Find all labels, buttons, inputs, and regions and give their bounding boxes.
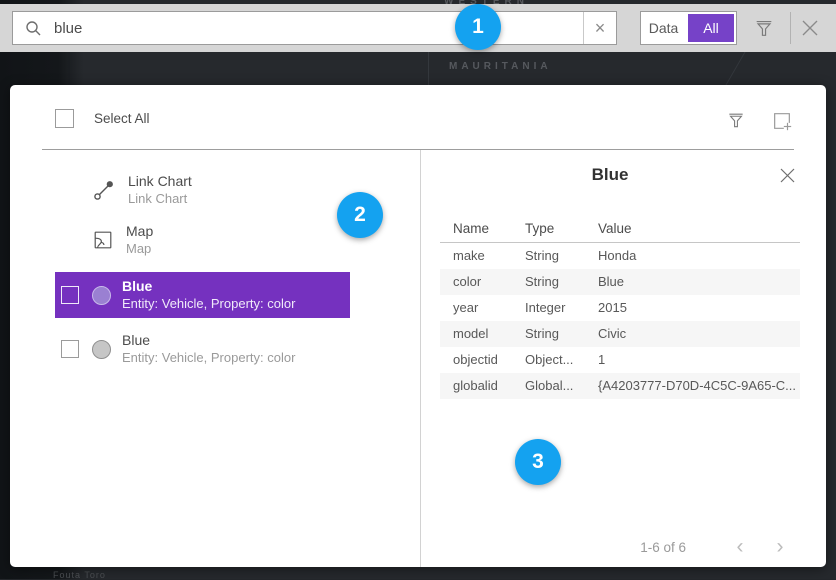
search-box[interactable]: × bbox=[12, 11, 617, 45]
cell-name: model bbox=[453, 321, 525, 347]
result-subtitle: Entity: Vehicle, Property: color bbox=[122, 295, 295, 312]
entity-circle-icon bbox=[92, 286, 111, 305]
prev-page-icon[interactable]: ‹ bbox=[720, 535, 760, 559]
cell-name: make bbox=[453, 243, 525, 269]
table-row: globalid Global... {A4203777-D70D-4C5C-9… bbox=[440, 373, 800, 399]
toolbar-divider bbox=[790, 12, 791, 44]
map-border-line bbox=[725, 52, 745, 85]
map-border-line bbox=[428, 52, 429, 85]
result-item-blue[interactable]: Blue Entity: Vehicle, Property: color bbox=[55, 326, 350, 372]
table-row: color String Blue bbox=[440, 269, 800, 295]
cell-type: String bbox=[525, 321, 598, 347]
table-row: model String Civic bbox=[440, 321, 800, 347]
entity-circle-icon bbox=[92, 340, 111, 359]
cell-name: year bbox=[453, 295, 525, 321]
result-checkbox[interactable] bbox=[61, 286, 79, 304]
result-title: Blue bbox=[122, 332, 295, 349]
search-icon bbox=[25, 20, 42, 37]
result-title: Blue bbox=[122, 278, 295, 295]
result-item-map[interactable]: Map Map bbox=[92, 223, 153, 257]
detail-close-icon[interactable] bbox=[779, 167, 796, 184]
search-scope-toggle: Data All bbox=[640, 11, 737, 45]
cell-value: Honda bbox=[598, 243, 800, 269]
cell-value: Civic bbox=[598, 321, 800, 347]
select-all-label: Select All bbox=[94, 111, 150, 126]
map-label-mauritania: MAURITANIA bbox=[449, 61, 552, 72]
result-checkbox[interactable] bbox=[61, 340, 79, 358]
result-subtitle: Map bbox=[126, 240, 153, 257]
result-item-link-chart[interactable]: Link Chart Link Chart bbox=[92, 173, 192, 207]
map-icon bbox=[92, 229, 114, 251]
table-row: year Integer 2015 bbox=[440, 295, 800, 321]
annotation-badge-1: 1 bbox=[455, 4, 501, 50]
select-all-checkbox[interactable] bbox=[55, 109, 74, 128]
column-header: Name bbox=[453, 216, 525, 242]
pagination-label: 1-6 of 6 bbox=[640, 540, 686, 555]
search-input[interactable] bbox=[52, 19, 583, 38]
panel-divider bbox=[42, 149, 794, 150]
result-title: Map bbox=[126, 223, 153, 240]
result-title: Link Chart bbox=[128, 173, 192, 190]
map-coastline bbox=[68, 52, 70, 85]
results-filter-icon[interactable] bbox=[726, 110, 746, 130]
search-toolbar: × Data All bbox=[0, 4, 836, 52]
result-subtitle: Entity: Vehicle, Property: color bbox=[122, 349, 295, 366]
cell-name: globalid bbox=[453, 373, 525, 399]
filter-icon[interactable] bbox=[753, 17, 775, 39]
search-results-panel: Select All Link Chart Link Chart bbox=[10, 85, 826, 567]
cell-value: 2015 bbox=[598, 295, 800, 321]
column-header: Value bbox=[598, 216, 800, 242]
pagination: 1-6 of 6 ‹ › bbox=[570, 533, 800, 561]
link-chart-icon bbox=[92, 178, 116, 202]
cell-value: 1 bbox=[598, 347, 800, 373]
table-row: objectid Object... 1 bbox=[440, 347, 800, 373]
result-item-blue-selected[interactable]: Blue Entity: Vehicle, Property: color bbox=[55, 272, 350, 318]
cell-type: Integer bbox=[525, 295, 598, 321]
attribute-table: Name Type Value make String Honda color … bbox=[440, 216, 800, 399]
annotation-badge-3: 3 bbox=[515, 439, 561, 485]
cell-value: Blue bbox=[598, 269, 800, 295]
next-page-icon[interactable]: › bbox=[760, 535, 800, 559]
annotation-badge-2: 2 bbox=[337, 192, 383, 238]
result-subtitle: Link Chart bbox=[128, 190, 192, 207]
close-search-icon[interactable] bbox=[799, 17, 821, 39]
table-header-row: Name Type Value bbox=[440, 216, 800, 243]
cell-name: objectid bbox=[453, 347, 525, 373]
cell-type: Global... bbox=[525, 373, 598, 399]
scope-option-all[interactable]: All bbox=[688, 14, 734, 42]
clear-search-icon[interactable]: × bbox=[583, 12, 616, 44]
list-detail-divider bbox=[420, 150, 421, 567]
detail-title: Blue bbox=[440, 165, 780, 185]
add-selection-icon[interactable] bbox=[771, 110, 793, 132]
table-row: make String Honda bbox=[440, 243, 800, 269]
cell-type: String bbox=[525, 243, 598, 269]
cell-name: color bbox=[453, 269, 525, 295]
column-header: Type bbox=[525, 216, 598, 242]
select-all-row: Select All bbox=[55, 109, 150, 128]
scope-option-data[interactable]: Data bbox=[641, 20, 686, 36]
cell-type: Object... bbox=[525, 347, 598, 373]
cell-type: String bbox=[525, 269, 598, 295]
cell-value: {A4203777-D70D-4C5C-9A65-C... bbox=[598, 373, 800, 399]
